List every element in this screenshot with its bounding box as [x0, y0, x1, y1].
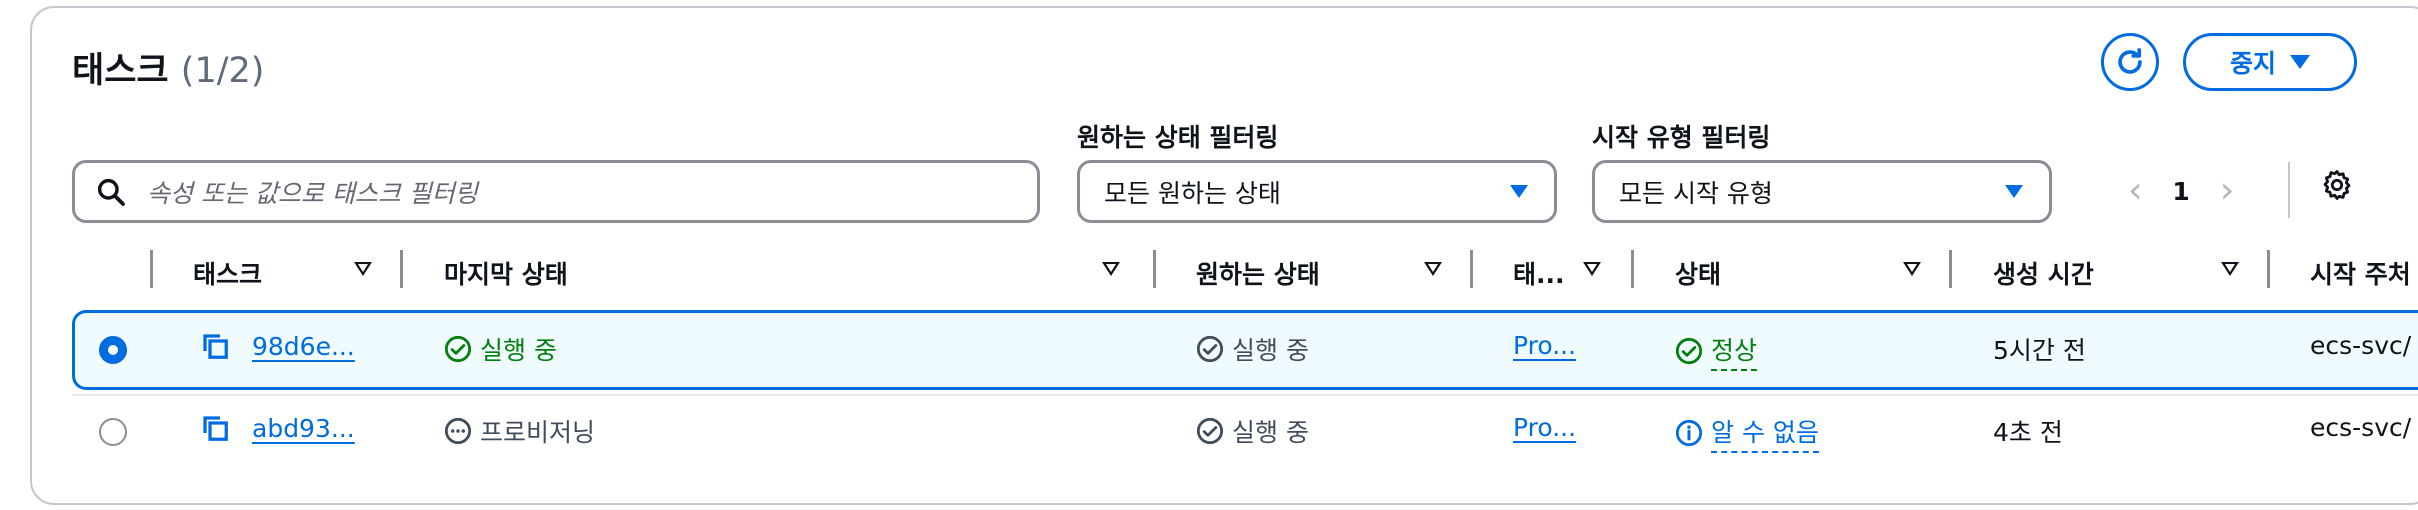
- desired-status-select[interactable]: 모든 원하는 상태: [1077, 160, 1557, 223]
- task-id-link[interactable]: 98d6e...: [252, 332, 355, 361]
- col-header-last-status[interactable]: 마지막 상태: [444, 255, 568, 291]
- desired-status-text: 실행 중: [1232, 418, 1309, 447]
- col-header-task[interactable]: 태스크: [193, 255, 262, 291]
- task-cell: 98d6e...: [200, 331, 355, 361]
- created-cell: 4초 전: [1993, 418, 2063, 447]
- health-status-text[interactable]: 정상: [1711, 331, 1758, 371]
- col-header-health[interactable]: 상태: [1675, 255, 1721, 291]
- search-input[interactable]: 속성 또는 값으로 태스크 필터링: [72, 160, 1040, 223]
- task-definition-cell: Pro...: [1513, 413, 1576, 442]
- row-radio-selected[interactable]: [99, 336, 127, 364]
- task-definition-link[interactable]: Pro...: [1513, 413, 1576, 442]
- caret-down-icon: [1510, 185, 1528, 198]
- copy-icon[interactable]: [200, 413, 230, 443]
- health-cell: 정상: [1675, 331, 1758, 371]
- refresh-icon: [2118, 48, 2142, 74]
- health-status-text[interactable]: 알 수 없음: [1711, 413, 1819, 453]
- started-by-cell: ecs-svc/: [2310, 331, 2412, 360]
- pagination: ‹ 1 ›: [2128, 166, 2234, 216]
- sort-icon[interactable]: [354, 262, 372, 276]
- last-status-cell: 실행 중: [444, 331, 557, 367]
- col-header-task-definition[interactable]: 태...: [1513, 255, 1565, 291]
- last-status-cell: 프로비저닝: [444, 413, 595, 449]
- search-placeholder: 속성 또는 값으로 태스크 필터링: [147, 178, 478, 208]
- last-status-text: 프로비저닝: [480, 418, 596, 447]
- desired-status-cell: 실행 중: [1196, 331, 1309, 367]
- refresh-button[interactable]: [2101, 33, 2159, 91]
- check-circle-icon: [1196, 335, 1224, 363]
- gear-icon[interactable]: [2320, 168, 2354, 202]
- page-title: 태스크 (1/2): [72, 42, 264, 93]
- check-circle-icon: [444, 335, 472, 363]
- search-icon: [97, 178, 125, 206]
- sort-icon[interactable]: [1903, 262, 1921, 276]
- copy-icon[interactable]: [200, 331, 230, 361]
- started-by-cell: ecs-svc/: [2310, 413, 2412, 442]
- column-separator[interactable]: [1631, 250, 1634, 288]
- title-count: (1/2): [180, 51, 265, 91]
- task-definition-link[interactable]: Pro...: [1513, 331, 1576, 360]
- task-cell: abd93...: [200, 413, 355, 443]
- desired-status-value: 모든 원하는 상태: [1104, 178, 1281, 208]
- column-separator: [150, 250, 153, 288]
- divider: [2288, 162, 2290, 218]
- sort-icon[interactable]: [1583, 262, 1601, 276]
- info-icon: [1675, 419, 1703, 447]
- title-text: 태스크: [72, 51, 169, 91]
- caret-down-icon: [2005, 185, 2023, 198]
- desired-status-filter-label: 원하는 상태 필터링: [1077, 123, 1279, 152]
- check-circle-icon: [1675, 337, 1703, 365]
- chevron-left-icon[interactable]: ‹: [2128, 173, 2142, 209]
- sort-icon[interactable]: [1102, 262, 1120, 276]
- stop-label: 중지: [2229, 49, 2276, 78]
- row-radio[interactable]: [99, 418, 127, 446]
- check-circle-icon: [1196, 417, 1224, 445]
- task-id-link[interactable]: abd93...: [252, 414, 355, 443]
- stop-dropdown-button[interactable]: 중지: [2183, 33, 2357, 91]
- column-separator[interactable]: [400, 250, 403, 288]
- last-status-text: 실행 중: [480, 336, 557, 365]
- column-separator[interactable]: [2267, 250, 2270, 288]
- col-header-created[interactable]: 생성 시간: [1993, 255, 2094, 291]
- row-divider: [72, 394, 2418, 396]
- pending-icon: [444, 417, 472, 445]
- column-separator[interactable]: [1949, 250, 1952, 288]
- page-number[interactable]: 1: [2172, 177, 2189, 206]
- launch-type-filter-label: 시작 유형 필터링: [1592, 123, 1771, 152]
- created-cell: 5시간 전: [1993, 336, 2086, 365]
- caret-down-icon: [2290, 55, 2310, 69]
- launch-type-select[interactable]: 모든 시작 유형: [1592, 160, 2052, 223]
- sort-icon[interactable]: [1424, 262, 1442, 276]
- column-separator[interactable]: [1470, 250, 1473, 288]
- desired-status-cell: 실행 중: [1196, 413, 1309, 449]
- column-separator[interactable]: [1153, 250, 1156, 288]
- desired-status-text: 실행 중: [1232, 336, 1309, 365]
- col-header-started-by[interactable]: 시작 주처: [2310, 255, 2411, 291]
- launch-type-value: 모든 시작 유형: [1619, 178, 1773, 208]
- chevron-right-icon[interactable]: ›: [2220, 173, 2234, 209]
- task-definition-cell: Pro...: [1513, 331, 1576, 360]
- col-header-desired-status[interactable]: 원하는 상태: [1196, 255, 1320, 291]
- sort-icon[interactable]: [2221, 262, 2239, 276]
- health-cell: 알 수 없음: [1675, 413, 1819, 453]
